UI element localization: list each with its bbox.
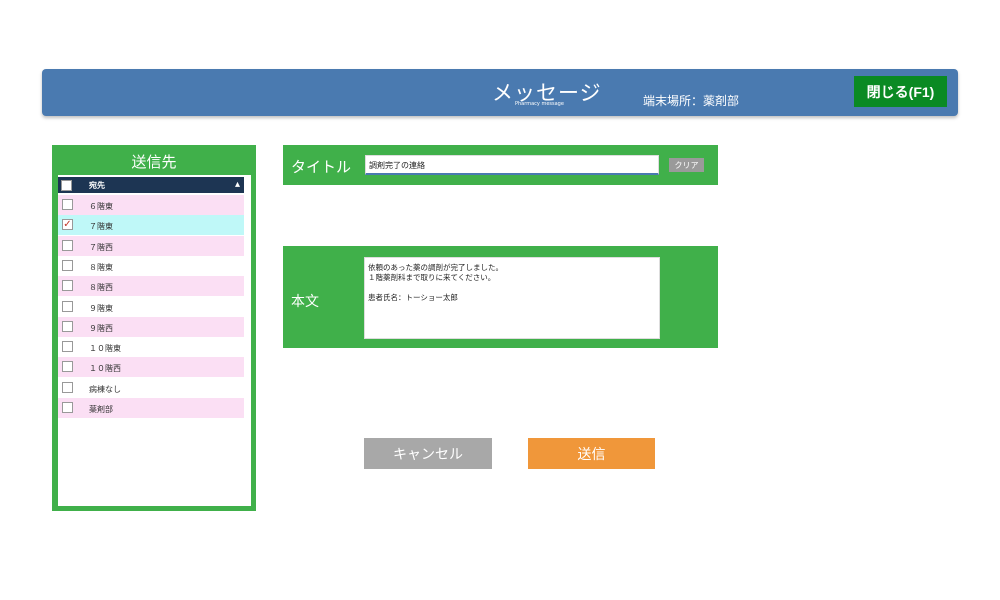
recipient-row[interactable]: ６階東 [58, 195, 244, 215]
recipient-checkbox[interactable] [62, 402, 73, 413]
recipient-checkbox[interactable] [62, 381, 73, 393]
body-line: １階薬剤科まで取りに来てください。 [368, 273, 496, 282]
recipient-row[interactable]: 薬剤部 [58, 398, 244, 418]
recipient-checkbox[interactable] [62, 341, 73, 353]
select-all-checkbox[interactable] [61, 180, 72, 191]
body-section: 本文 依頼のあった薬の調剤が完了しました。 １階薬剤科まで取りに来てください。 … [283, 246, 718, 348]
body-line [368, 283, 656, 293]
recipient-checkbox[interactable] [62, 280, 73, 292]
recipient-row[interactable]: ７階西 [58, 235, 244, 256]
recipient-label: ９階東 [89, 303, 113, 313]
recipient-label: ７階東 [89, 222, 113, 232]
recipient-row[interactable]: ９階西 [58, 316, 244, 337]
recipient-checkbox[interactable] [62, 300, 73, 312]
recipient-row[interactable]: ８階東 [58, 256, 244, 276]
recipient-row[interactable]: 病棟なし [58, 378, 244, 398]
recipient-checkbox[interactable] [62, 199, 73, 210]
page-subtitle: Pharmacy message [515, 101, 564, 107]
recipients-list[interactable]: 宛先 ▴▾ ６階東 ✓ ７階東 ７階西 ８階東 ８階西 ９階東 ９階西 １０階東 １０階西病棟なし… [58, 175, 251, 506]
send-button[interactable]: 送信 [528, 438, 655, 469]
recipient-checkbox[interactable] [62, 320, 73, 332]
recipients-header: 宛先 ▴▾ [58, 177, 244, 204]
recipient-label: １０階東 [89, 344, 121, 354]
recipient-label: １０階西 [89, 364, 121, 374]
recipients-panel: 送信先 宛先 ▴▾ ６階東 ✓ ７階東 ７階西 ８階東 ８階西 ９階東 ９階西 １０階東 １０階西… [52, 145, 256, 511]
recipient-row[interactable]: ９階東 [58, 297, 244, 317]
recipient-label: ７階西 [89, 242, 113, 252]
recipient-label: ６階東 [89, 202, 113, 211]
recipients-title: 送信先 [131, 153, 177, 171]
recipient-row[interactable]: ８階西 [58, 276, 244, 297]
close-button[interactable]: 閉じる(F1) [854, 76, 947, 107]
recipient-label: ８階東 [89, 262, 113, 272]
recipient-row[interactable]: ✓ ７階東 [58, 215, 244, 236]
check-mark-icon: ✓ [63, 218, 72, 230]
recipient-label: ８階西 [89, 283, 113, 293]
recipient-label: 薬剤部 [89, 405, 113, 414]
title-label: タイトル [291, 158, 352, 176]
recipient-label: 病棟なし [89, 384, 121, 394]
clear-button[interactable]: クリア [669, 158, 704, 172]
title-section: タイトル 調剤完了の連絡 クリア [283, 145, 718, 185]
recipient-row[interactable]: １０階東 [58, 337, 244, 357]
recipient-checkbox[interactable] [62, 239, 73, 251]
message-page: メッセージ Pharmacy message 端末場所：薬剤部 閉じる(F1) … [0, 0, 1000, 600]
body-line: 患者氏名：トーショー太郎 [368, 293, 458, 302]
title-input[interactable]: 調剤完了の連絡 [365, 155, 659, 175]
recipient-checkbox[interactable] [62, 259, 73, 271]
recipient-checkbox[interactable]: ✓ [62, 218, 73, 231]
recipients-column-header: 宛先 [89, 181, 105, 190]
body-line: 依頼のあった薬の調剤が完了しました。 [368, 263, 503, 272]
recipient-row[interactable]: １０階西 [58, 357, 244, 378]
terminal-location: 端末場所：薬剤部 [643, 94, 740, 108]
body-label: 本文 [291, 294, 319, 310]
body-textarea[interactable]: 依頼のあった薬の調剤が完了しました。 １階薬剤科まで取りに来てください。 患者氏… [364, 257, 660, 339]
cancel-button[interactable]: キャンセル [364, 438, 492, 469]
header-bar: メッセージ Pharmacy message 端末場所：薬剤部 閉じる(F1) [42, 69, 958, 116]
recipient-label: ９階西 [89, 323, 113, 333]
recipient-checkbox[interactable] [62, 361, 73, 373]
